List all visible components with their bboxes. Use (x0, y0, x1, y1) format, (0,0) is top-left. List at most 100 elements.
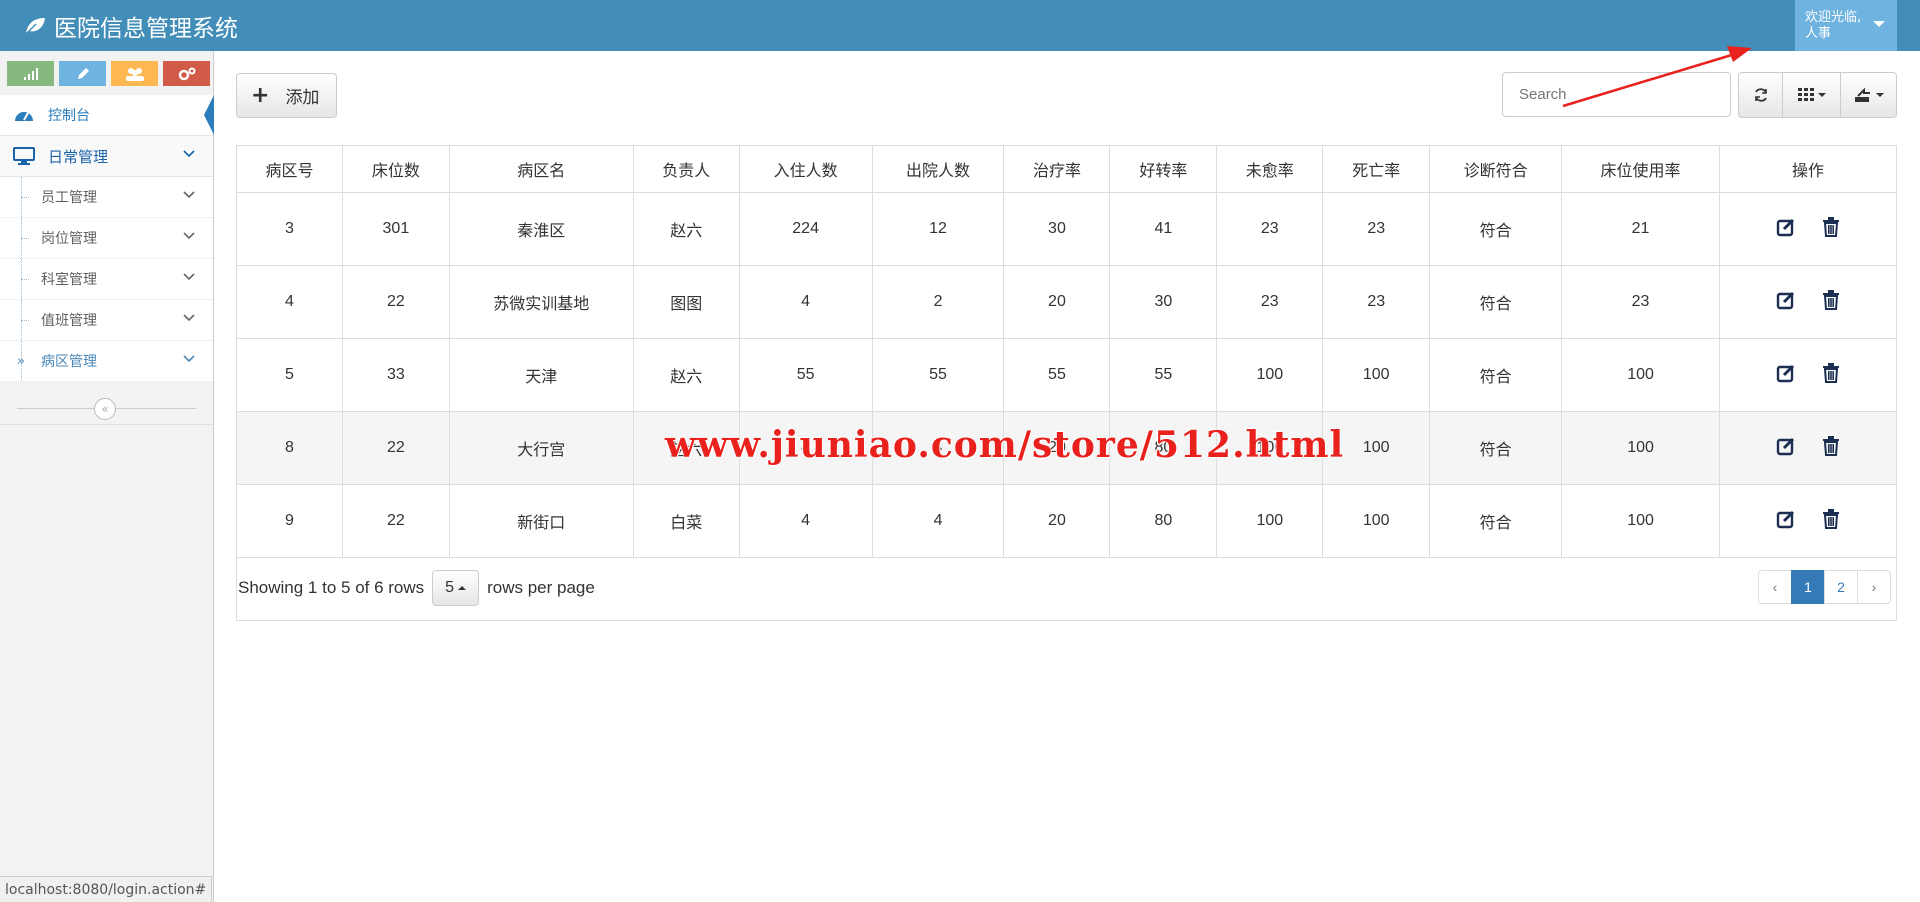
column-header[interactable]: 病区号 (236, 145, 343, 193)
rows-per-page-label: rows per page (487, 578, 595, 597)
table-row[interactable]: 4 22 苏微实训基地 图图 4 2 20 30 23 23 符合 23 (236, 265, 1897, 339)
table-row[interactable]: 8 22 大行宫 赵六 4 4 20 80 100 100 符合 100 (236, 411, 1897, 485)
column-header: 操作 (1719, 145, 1897, 193)
table-cell: 4 (871, 484, 1005, 558)
pencil-icon (77, 67, 89, 79)
column-header[interactable]: 床位使用率 (1561, 145, 1720, 193)
column-header[interactable]: 好转率 (1109, 145, 1218, 193)
columns-toggle-button[interactable] (1782, 72, 1841, 118)
sidebar-item-duty[interactable]: 值班管理 (0, 300, 213, 341)
search-input[interactable] (1502, 72, 1731, 117)
edit-icon[interactable] (1776, 363, 1796, 388)
add-button[interactable]: + 添加 (236, 73, 337, 118)
sidebar-item-daily[interactable]: 日常管理 (0, 136, 213, 177)
column-header[interactable]: 入住人数 (738, 145, 873, 193)
edit-icon[interactable] (1776, 217, 1796, 242)
edit-icon[interactable] (1776, 436, 1796, 461)
sidebar-item-staff[interactable]: 员工管理 (0, 177, 213, 218)
table-cell: 符合 (1429, 484, 1563, 558)
desktop-icon (0, 147, 48, 165)
caret-down-icon (1875, 93, 1884, 97)
signal-icon (23, 67, 38, 80)
shortcut-signal-button[interactable] (7, 61, 54, 86)
active-indicator (204, 95, 214, 135)
user-menu-toggle[interactable]: 欢迎光临, 人事 (1795, 0, 1897, 51)
table-cell: 3 (236, 192, 343, 266)
leaf-icon (25, 17, 45, 35)
table-cell: 301 (341, 192, 450, 266)
daily-submenu: 员工管理 岗位管理 科室管理 值班管理 » 病区管理 (0, 177, 213, 382)
app-title: 医院信息管理系统 (54, 15, 238, 42)
app-brand[interactable]: 医院信息管理系统 (24, 0, 238, 51)
double-angle-left-icon[interactable]: « (94, 398, 116, 420)
sidebar-collapse: « (0, 392, 213, 425)
table-row[interactable]: 9 22 新街口 白菜 4 4 20 80 100 100 符合 100 (236, 484, 1897, 558)
table-cell: 大行宫 (448, 411, 634, 485)
column-header[interactable]: 床位数 (341, 145, 450, 193)
pagination-page[interactable]: 1 (1791, 570, 1825, 604)
table-cell: 4 (738, 484, 873, 558)
column-header[interactable]: 病区名 (448, 145, 634, 193)
grid-icon (1797, 88, 1814, 101)
trash-icon[interactable] (1822, 362, 1840, 388)
table-cell: 100 (1216, 484, 1324, 558)
pagination-page[interactable]: 2 (1824, 570, 1858, 604)
table-cell: 23 (1322, 265, 1431, 339)
sidebar-item-label: 员工管理 (41, 190, 97, 206)
sidebar-item-ward[interactable]: » 病区管理 (0, 341, 213, 382)
table-cell: 80 (1109, 484, 1218, 558)
column-header[interactable]: 诊断符合 (1429, 145, 1563, 193)
table-cell: 100 (1322, 484, 1431, 558)
table-cell: 图图 (632, 265, 740, 339)
double-angle-right-icon: » (17, 354, 25, 369)
table-cell: 23 (1561, 265, 1720, 339)
table-cell: 赵六 (632, 192, 740, 266)
column-header[interactable]: 死亡率 (1322, 145, 1431, 193)
table-cell: 新街口 (448, 484, 634, 558)
sidebar: 控制台 日常管理 员工管理 岗位管理 科室管理 值班管理 » 病区管理 « (0, 51, 214, 902)
shortcut-pencil-button[interactable] (59, 61, 106, 86)
column-header[interactable]: 出院人数 (871, 145, 1005, 193)
caret-up-icon (458, 586, 467, 590)
shortcut-users-button[interactable] (111, 61, 158, 86)
table-cell: 符合 (1429, 265, 1563, 339)
export-button[interactable] (1840, 72, 1897, 118)
table-cell: 80 (1109, 411, 1218, 485)
table-cell: 5 (236, 338, 343, 412)
sidebar-item-label: 控制台 (48, 108, 90, 124)
pagination: ‹ 1 2 › (1758, 570, 1891, 604)
edit-icon[interactable] (1776, 290, 1796, 315)
table-cell: 30 (1003, 192, 1111, 266)
actions-cell (1719, 192, 1897, 266)
pagination-prev[interactable]: ‹ (1758, 570, 1792, 604)
trash-icon[interactable] (1822, 216, 1840, 242)
trash-icon[interactable] (1822, 289, 1840, 315)
sidebar-item-post[interactable]: 岗位管理 (0, 218, 213, 259)
table-row[interactable]: 5 33 天津 赵六 55 55 55 55 100 100 符合 100 (236, 338, 1897, 412)
table-cell: 4 (738, 265, 873, 339)
column-header[interactable]: 未愈率 (1216, 145, 1324, 193)
table-cell: 23 (1322, 192, 1431, 266)
page-size-dropdown[interactable]: 5 (432, 570, 480, 606)
column-header[interactable]: 负责人 (632, 145, 740, 193)
shortcut-cogs-button[interactable] (163, 61, 210, 86)
sidebar-item-department[interactable]: 科室管理 (0, 259, 213, 300)
table-cell: 55 (1109, 338, 1218, 412)
table-cell: 符合 (1429, 338, 1563, 412)
sidebar-item-dashboard[interactable]: 控制台 (0, 95, 214, 136)
trash-icon[interactable] (1822, 435, 1840, 461)
table-row[interactable]: 3 301 秦淮区 赵六 224 12 30 41 23 23 符合 21 (236, 192, 1897, 266)
table-cell: 符合 (1429, 411, 1563, 485)
column-header[interactable]: 治疗率 (1003, 145, 1111, 193)
browser-status-bar: localhost:8080/login.action# (0, 876, 213, 902)
tachometer-icon (0, 107, 48, 123)
tree-dash (21, 320, 29, 321)
trash-icon[interactable] (1822, 508, 1840, 534)
refresh-button[interactable] (1738, 72, 1783, 118)
table-cell: 4 (236, 265, 343, 339)
add-button-label: 添加 (285, 88, 320, 108)
tree-dash (21, 279, 29, 280)
edit-icon[interactable] (1776, 509, 1796, 534)
pagination-next[interactable]: › (1857, 570, 1891, 604)
chevron-down-icon (183, 273, 195, 281)
